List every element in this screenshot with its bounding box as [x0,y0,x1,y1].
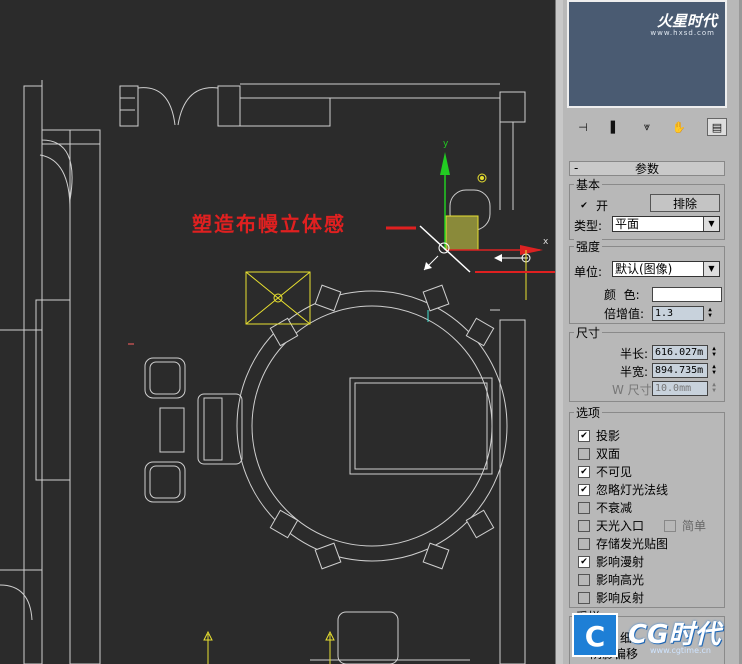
watermark-url: www.cgtime.cn [650,646,711,655]
brand-logo: 火星时代 [656,12,717,30]
color-label: 颜 色: [604,288,640,302]
option-double-sided[interactable]: 双面 [578,445,620,462]
unit-label: 单位: [574,265,603,279]
option-label: 天光入口 [596,519,645,533]
annotation-callout: 塑造布幔立体感 [192,212,346,236]
option-label: 投影 [596,429,621,443]
option-label: 影响反射 [596,591,645,605]
multiplier-value: 1.3 [655,308,674,319]
group-size: 尺寸 半长: 616.027m ▲ ▼ 半宽: 894.735m ▲ ▼ W 尺寸 … [569,324,725,402]
spinner-arrows-icon[interactable]: ▲ ▼ [709,364,719,377]
axis-x-label: x [543,237,549,247]
collapse-icon: - [574,161,579,175]
option-checkbox[interactable] [578,447,590,460]
spinner-arrows-icon[interactable]: ▲ ▼ [705,307,715,320]
remove-modifier-icon[interactable]: ✋ [669,118,689,136]
option-label: 不可见 [596,465,633,479]
option-affect-reflections[interactable]: 影响反射 [578,589,644,606]
group-options-title: 选项 [574,404,603,421]
option-checkbox[interactable] [578,573,590,586]
option-skylight-portal[interactable]: 天光入口 [578,517,644,534]
option-no-decay[interactable]: 不衰减 [578,499,632,516]
option-label: 简单 [682,519,707,533]
group-basic: 基本 ✔ 开 排除 类型: 平面 ▼ [569,176,725,240]
w-size-value: 10.0mm [655,383,692,394]
spinner-arrows-icon[interactable]: ▲ ▼ [709,346,719,359]
option-checkbox[interactable]: ✔ [578,555,590,568]
floorplan-drawing: y x [0,80,555,664]
option-checkbox[interactable] [578,537,590,550]
viewport-top[interactable]: y x 塑造布幔立体感 [0,0,555,664]
half-length-value: 616.027m [655,347,704,358]
show-end-result-icon[interactable]: ▌ [605,118,625,136]
option-checkbox[interactable] [578,501,590,514]
option-checkbox[interactable]: ✔ [578,483,590,496]
group-intensity: 强度 单位: 默认(图像) ▼ 颜 色: 倍增值: 1.3 ▲ ▼ [569,238,725,324]
wall-left-outer [23,85,43,664]
ceiling-ring-inner [251,305,493,547]
brand-logo-url: www.hxsd.com [650,29,715,37]
half-length-spinner[interactable]: 616.027m ▲ ▼ [652,345,716,360]
option-ignore-light-normals[interactable]: ✔ 忽略灯光法线 [578,481,668,498]
option-checkbox[interactable]: ✔ [578,465,590,478]
option-simple: 简单 [664,517,706,534]
on-checkbox-row[interactable]: ✔ 开 [578,197,608,214]
spinner-arrows-icon: ▲ ▼ [712,381,716,394]
option-checkbox[interactable]: ✔ [578,429,590,442]
watermark-logo-icon: C [572,613,618,657]
configure-sets-icon[interactable]: ▤ [707,118,727,136]
on-label: 开 [596,199,609,213]
group-intensity-title: 强度 [574,238,603,255]
half-width-spinner[interactable]: 894.735m ▲ ▼ [652,363,716,378]
type-value: 平面 [615,217,640,231]
group-options: 选项 ✔ 投影 双面 ✔ 不可见 ✔ 忽略灯光法线 不衰减 天光入口 简单 存储… [569,404,725,608]
option-store-irradiance[interactable]: 存储发光贴图 [578,535,668,552]
half-width-value: 894.735m [655,365,704,376]
selected-light-gizmo [445,215,479,251]
option-checkbox[interactable] [578,591,590,604]
multiplier-spinner[interactable]: 1.3 ▲ ▼ [652,306,712,321]
option-checkbox [664,519,676,532]
half-length-label: 半长: [620,347,649,361]
command-panel: 火星时代 www.hxsd.com ⊣ ▌ ⩔ ✋ ▤ - 参数 基本 ✔ 开 … [563,0,742,664]
pin-stack-icon[interactable]: ⊣ [573,118,593,136]
option-label: 影响漫射 [596,555,645,569]
axis-y-label: y [443,139,449,149]
multiplier-label: 倍增值: [604,307,645,321]
option-affect-specular[interactable]: 影响高光 [578,571,644,588]
rollout-title: 参数 [634,162,659,176]
half-width-label: 半宽: [620,365,649,379]
option-invisible[interactable]: ✔ 不可见 [578,463,632,480]
option-affect-diffuse[interactable]: ✔ 影响漫射 [578,553,644,570]
rollout-parameters-header[interactable]: - 参数 [569,161,725,176]
chevron-down-icon: ▼ [703,262,719,276]
on-checkbox[interactable]: ✔ [578,199,590,212]
option-label: 双面 [596,447,621,461]
group-basic-title: 基本 [574,176,603,193]
unit-value: 默认(图像) [615,262,673,276]
option-label: 存储发光贴图 [596,537,669,551]
type-dropdown[interactable]: 平面 ▼ [612,216,720,232]
group-size-title: 尺寸 [574,324,603,341]
modifier-toolbar: ⊣ ▌ ⩔ ✋ ▤ [573,116,728,138]
type-label: 类型: [574,219,603,233]
material-preview: 火星时代 www.hxsd.com [567,0,727,108]
color-swatch[interactable] [652,287,722,302]
chevron-down-icon: ▼ [703,217,719,231]
option-label: 忽略灯光法线 [596,483,669,497]
table [349,377,493,475]
make-unique-icon[interactable]: ⩔ [637,118,657,136]
option-label: 影响高光 [596,573,645,587]
option-label: 不衰减 [596,501,633,515]
exclude-button[interactable]: 排除 [650,194,720,212]
unit-dropdown[interactable]: 默认(图像) ▼ [612,261,720,277]
w-size-spinner: 10.0mm ▲ ▼ [652,381,716,396]
option-cast-shadows[interactable]: ✔ 投影 [578,427,620,444]
w-size-label: W 尺寸 [612,383,652,397]
option-checkbox[interactable] [578,519,590,532]
